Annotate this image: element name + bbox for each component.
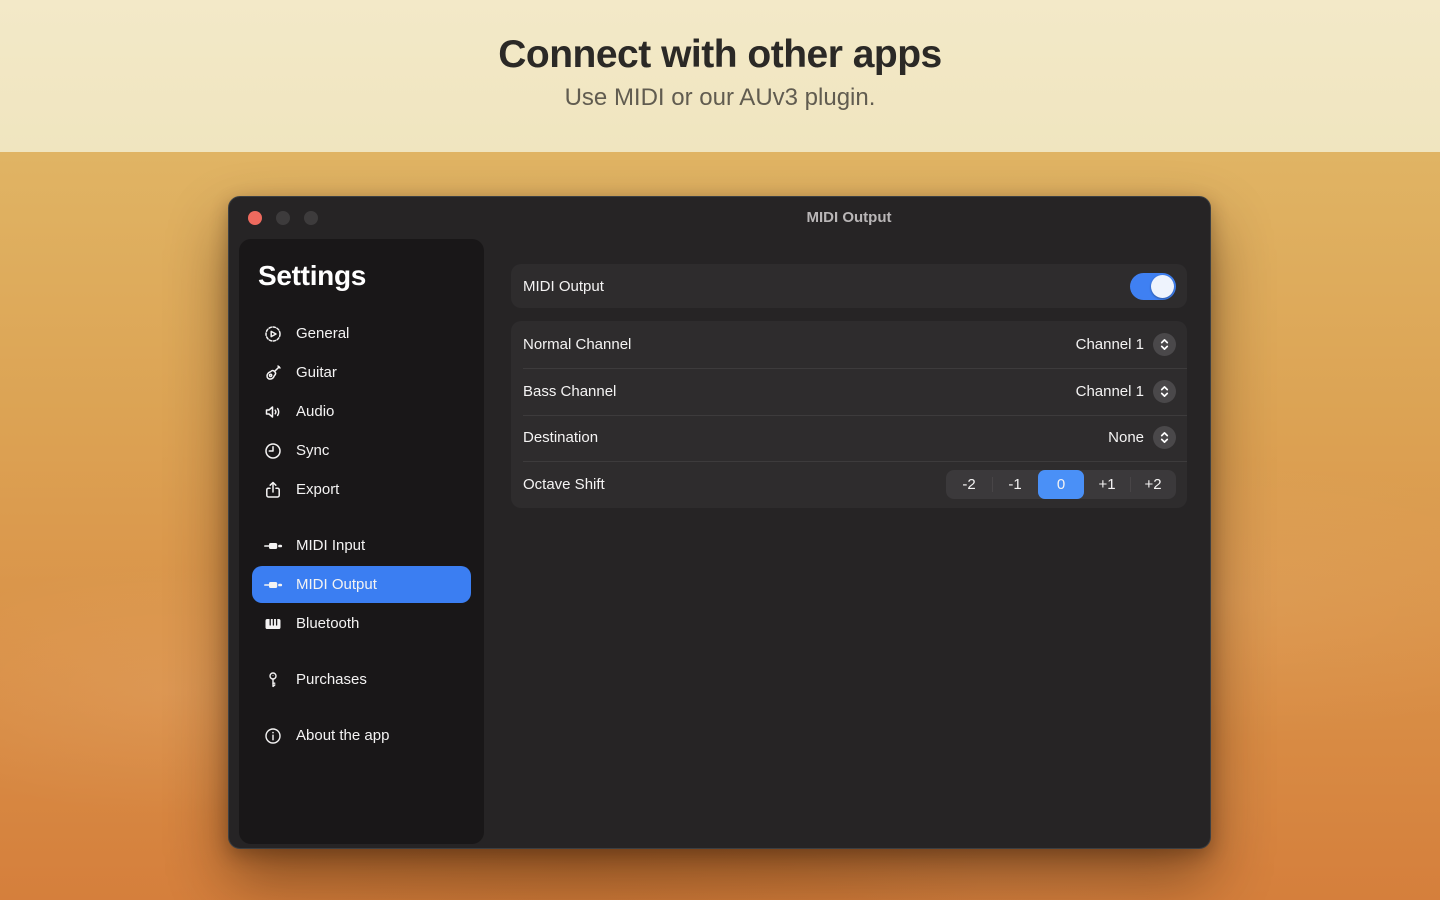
sidebar: Settings General: [239, 239, 484, 844]
close-button[interactable]: [248, 211, 262, 225]
midi-settings-group: Normal Channel Channel 1: [511, 321, 1187, 508]
settings-content: MIDI Output Normal Channel Channel 1: [484, 239, 1210, 848]
titlebar[interactable]: MIDI Output: [229, 197, 1210, 239]
segment-label: -1: [1008, 476, 1021, 493]
sidebar-item-label: Bluetooth: [296, 615, 359, 632]
sidebar-item-label: MIDI Output: [296, 576, 377, 593]
sidebar-item-label: About the app: [296, 727, 389, 744]
clock-icon: [262, 440, 283, 461]
destination-row: Destination None: [511, 415, 1187, 462]
sidebar-item-label: Audio: [296, 403, 334, 420]
segment-plus-1[interactable]: +1: [1084, 470, 1130, 499]
gear-icon: [262, 323, 283, 344]
speaker-icon: [262, 401, 283, 422]
zoom-button[interactable]: [304, 211, 318, 225]
key-icon: [262, 669, 283, 690]
minimize-button[interactable]: [276, 211, 290, 225]
row-label: Normal Channel: [523, 336, 1076, 353]
hero-banner: Connect with other apps Use MIDI or our …: [0, 0, 1440, 152]
bass-channel-row: Bass Channel Channel 1: [511, 368, 1187, 415]
sidebar-group-gap: [252, 644, 471, 661]
row-label: MIDI Output: [523, 278, 1130, 295]
octave-shift-row: Octave Shift -2 -1 0 +1 +2: [511, 461, 1187, 508]
sidebar-item-purchases[interactable]: Purchases: [252, 661, 471, 698]
chevron-up-down-icon: [1153, 380, 1176, 403]
sidebar-item-bluetooth[interactable]: Bluetooth: [252, 605, 471, 642]
sidebar-item-export[interactable]: Export: [252, 471, 471, 508]
chevron-up-down-icon: [1153, 333, 1176, 356]
bass-channel-popup[interactable]: Channel 1: [1076, 380, 1176, 403]
guitar-icon: [262, 362, 283, 383]
sidebar-group-gap: [252, 510, 471, 527]
sidebar-group-gap: [252, 700, 471, 717]
piano-keys-icon: [262, 613, 283, 634]
midi-output-toggle[interactable]: [1130, 273, 1176, 300]
normal-channel-row: Normal Channel Channel 1: [511, 321, 1187, 368]
segment-divider: [992, 477, 993, 492]
segment-divider: [1130, 477, 1131, 492]
midi-output-toggle-row: MIDI Output: [511, 264, 1187, 308]
popup-value: None: [1108, 429, 1144, 446]
sidebar-item-general[interactable]: General: [252, 315, 471, 352]
hero-title: Connect with other apps: [0, 0, 1440, 77]
sidebar-item-label: Purchases: [296, 671, 367, 688]
row-label: Bass Channel: [523, 383, 1076, 400]
midi-output-toggle-card: MIDI Output: [511, 264, 1187, 308]
share-icon: [262, 479, 283, 500]
midi-plug-icon: [262, 574, 283, 595]
sidebar-item-sync[interactable]: Sync: [252, 432, 471, 469]
popup-value: Channel 1: [1076, 336, 1144, 353]
segment-zero[interactable]: 0: [1038, 470, 1084, 499]
octave-shift-segmented-control: -2 -1 0 +1 +2: [946, 470, 1176, 499]
sidebar-item-audio[interactable]: Audio: [252, 393, 471, 430]
segment-plus-2[interactable]: +2: [1130, 470, 1176, 499]
sidebar-item-label: General: [296, 325, 349, 342]
row-label: Octave Shift: [523, 476, 946, 493]
sidebar-item-label: Export: [296, 481, 339, 498]
midi-plug-icon: [262, 535, 283, 556]
hero-subtitle: Use MIDI or our AUv3 plugin.: [0, 84, 1440, 112]
sidebar-item-guitar[interactable]: Guitar: [252, 354, 471, 391]
sidebar-item-midi-input[interactable]: MIDI Input: [252, 527, 471, 564]
window-title: MIDI Output: [807, 197, 892, 239]
normal-channel-popup[interactable]: Channel 1: [1076, 333, 1176, 356]
sidebar-nav: General Guitar: [252, 315, 471, 754]
toggle-knob: [1151, 275, 1174, 298]
sidebar-item-label: Sync: [296, 442, 329, 459]
sidebar-item-label: MIDI Input: [296, 537, 365, 554]
popup-value: Channel 1: [1076, 383, 1144, 400]
info-icon: [262, 725, 283, 746]
sidebar-item-about[interactable]: About the app: [252, 717, 471, 754]
row-label: Destination: [523, 429, 1108, 446]
destination-popup[interactable]: None: [1108, 426, 1176, 449]
sidebar-item-label: Guitar: [296, 364, 337, 381]
segment-minus-2[interactable]: -2: [946, 470, 992, 499]
chevron-up-down-icon: [1153, 426, 1176, 449]
settings-window: MIDI Output Settings General: [228, 196, 1211, 849]
page: Connect with other apps Use MIDI or our …: [0, 0, 1440, 900]
backdrop: MIDI Output Settings General: [0, 152, 1440, 900]
sidebar-item-midi-output[interactable]: MIDI Output: [252, 566, 471, 603]
segment-minus-1[interactable]: -1: [992, 470, 1038, 499]
sidebar-title: Settings: [258, 260, 471, 292]
segment-label: +2: [1144, 476, 1161, 493]
